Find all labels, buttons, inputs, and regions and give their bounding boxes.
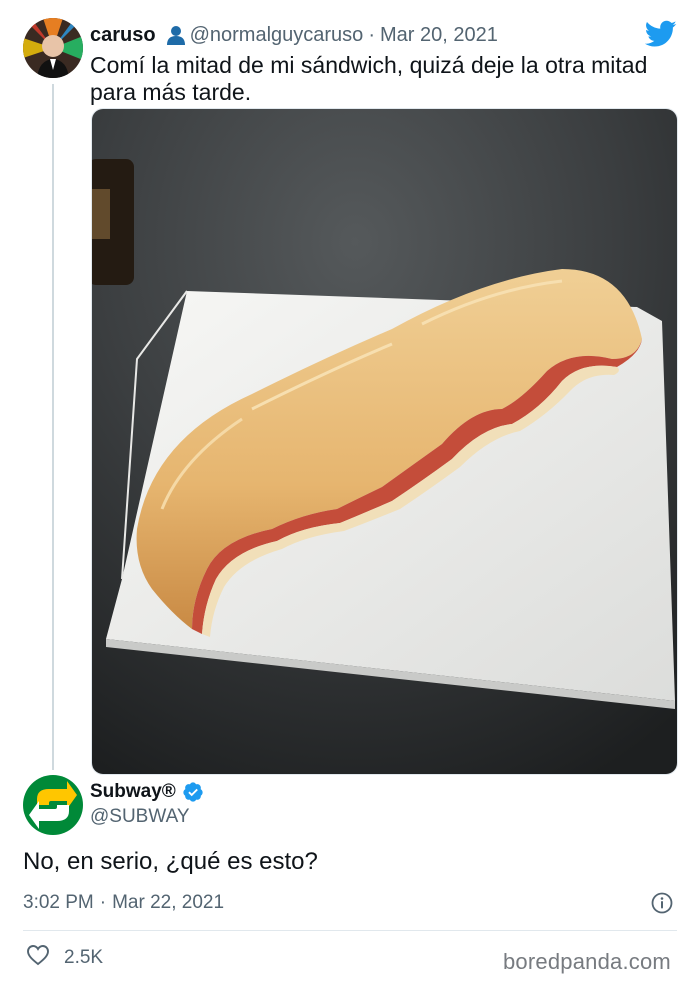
person-icon: [166, 25, 186, 45]
like-action[interactable]: 2.5K: [26, 944, 103, 972]
like-count: 2.5K: [64, 947, 104, 968]
tweet-date[interactable]: Mar 20, 2021: [380, 24, 498, 47]
boredpanda-watermark: boredpanda.com: [503, 949, 671, 974]
info-icon[interactable]: [651, 892, 673, 914]
verified-badge-icon: [182, 781, 204, 803]
separator-dot: ·: [368, 23, 375, 46]
heart-icon[interactable]: [26, 944, 50, 972]
half-eaten-sandwich-photo[interactable]: [91, 108, 678, 775]
separator-dot: ·: [99, 892, 107, 913]
twitter-bird-icon: [644, 20, 677, 48]
tweet-text: No, en serio, ¿qué es esto?: [23, 848, 318, 875]
tweet-time: 3:02 PM: [23, 892, 94, 913]
author-name[interactable]: Subway®: [90, 781, 176, 803]
tweet-date: Mar 22, 2021: [112, 892, 225, 913]
tweet-text: Comí la mitad de mi sándwich, quizá deje…: [90, 52, 648, 105]
author-handle[interactable]: @SUBWAY: [90, 806, 190, 828]
timestamp-row[interactable]: 3:02 PM · Mar 22, 2021: [23, 892, 224, 914]
thread-line: [52, 84, 54, 770]
subway-name-row: Subway®: [90, 780, 204, 804]
caruso-avatar[interactable]: [23, 18, 83, 78]
divider: [23, 930, 677, 931]
tweet-header: caruso @normalguycaruso · Mar 20, 2021: [90, 22, 498, 48]
subway-avatar[interactable]: [23, 775, 83, 835]
author-handle[interactable]: @normalguycaruso: [190, 24, 364, 47]
author-name[interactable]: caruso: [90, 24, 156, 47]
